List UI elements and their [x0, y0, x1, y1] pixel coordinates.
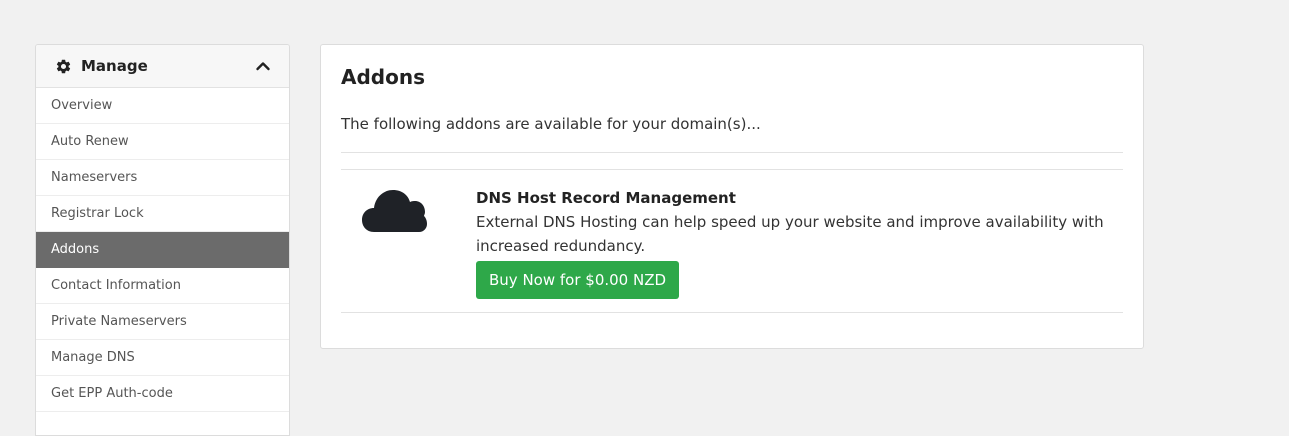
manage-sidebar: Manage Overview Auto Renew Nameservers R…: [35, 44, 290, 436]
cloud-icon: [361, 187, 427, 233]
sidebar-item-manage-dns[interactable]: Manage DNS: [36, 340, 289, 376]
sidebar-item-overview[interactable]: Overview: [36, 88, 289, 124]
sidebar-item-nameservers[interactable]: Nameservers: [36, 160, 289, 196]
addon-name: DNS Host Record Management: [476, 189, 736, 207]
sidebar-item-private-nameservers[interactable]: Private Nameservers: [36, 304, 289, 340]
manage-panel-header[interactable]: Manage: [36, 45, 289, 88]
divider: [341, 152, 1123, 153]
divider: [341, 312, 1123, 313]
chevron-up-icon[interactable]: [255, 58, 271, 74]
sidebar-item-auto-renew[interactable]: Auto Renew: [36, 124, 289, 160]
divider: [341, 169, 1123, 170]
sidebar-item-get-epp-auth-code[interactable]: Get EPP Auth-code: [36, 376, 289, 412]
page-title: Addons: [341, 65, 425, 89]
buy-now-button[interactable]: Buy Now for $0.00 NZD: [476, 261, 680, 299]
addon-item: DNS Host Record Management External DNS …: [476, 187, 1116, 299]
sidebar-item-registrar-lock[interactable]: Registrar Lock: [36, 196, 289, 232]
sidebar-item-contact-information[interactable]: Contact Information: [36, 268, 289, 304]
manage-panel-title: Manage: [81, 57, 148, 75]
sidebar-item-addons[interactable]: Addons: [36, 232, 289, 268]
addons-intro-text: The following addons are available for y…: [341, 115, 761, 133]
addons-panel: Addons The following addons are availabl…: [320, 44, 1144, 349]
addon-description: External DNS Hosting can help speed up y…: [476, 213, 1104, 255]
gear-icon: [55, 58, 72, 75]
